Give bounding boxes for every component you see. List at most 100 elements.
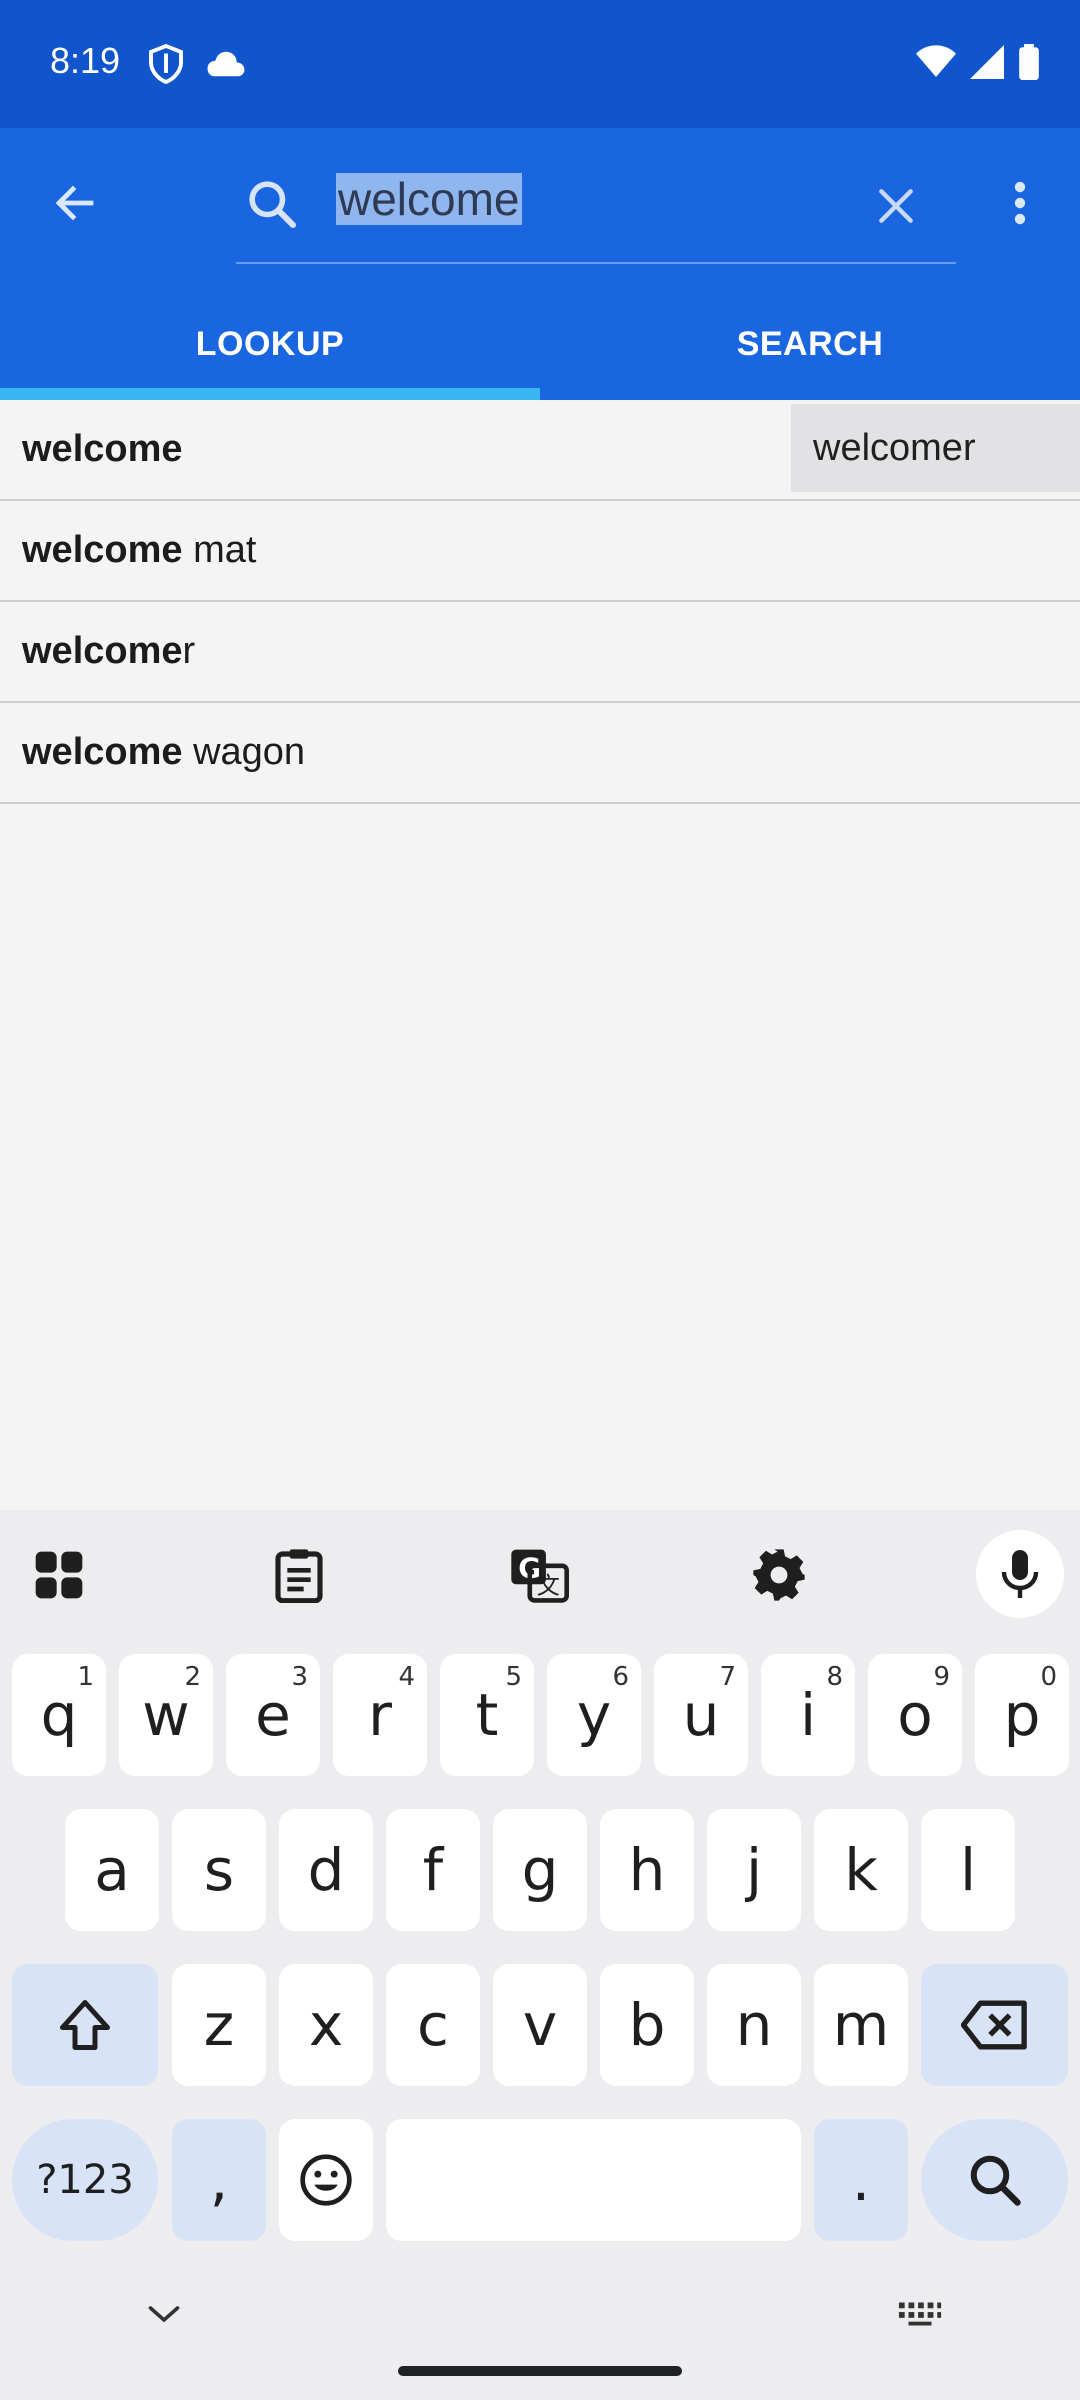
key-hint: 7: [719, 1662, 736, 1692]
microphone-icon: [1001, 1550, 1039, 1598]
symbols-key[interactable]: ?123: [12, 2119, 158, 2241]
key-q[interactable]: q1: [12, 1654, 106, 1776]
period-key[interactable]: .: [814, 2119, 908, 2241]
more-vert-icon: [1014, 181, 1026, 225]
apps-grid-button[interactable]: [24, 1540, 94, 1610]
space-key[interactable]: [386, 2119, 801, 2241]
clipboard-button[interactable]: [264, 1540, 334, 1610]
key-hint: 0: [1040, 1662, 1057, 1692]
key-hint: 8: [826, 1662, 843, 1692]
search-box: welcome: [236, 154, 956, 264]
key-hint: 5: [505, 1662, 522, 1692]
key-s[interactable]: s: [172, 1809, 266, 1931]
keyboard-switcher-button[interactable]: [892, 2294, 948, 2334]
key-z[interactable]: z: [172, 1964, 266, 2086]
shift-key[interactable]: [12, 1964, 158, 2086]
key-y[interactable]: y6: [547, 1654, 641, 1776]
key-g[interactable]: g: [493, 1809, 587, 1931]
key-n[interactable]: n: [707, 1964, 801, 2086]
translate-button[interactable]: G文: [504, 1540, 574, 1610]
emoji-icon: [300, 2154, 352, 2206]
signal-icon: [970, 45, 1004, 84]
key-v[interactable]: v: [493, 1964, 587, 2086]
key-i[interactable]: i8: [761, 1654, 855, 1776]
key-f[interactable]: f: [386, 1809, 480, 1931]
key-hint: 2: [184, 1662, 201, 1692]
key-j[interactable]: j: [707, 1809, 801, 1931]
status-bar: 8:19: [0, 0, 1080, 128]
key-t[interactable]: t5: [440, 1654, 534, 1776]
key-a[interactable]: a: [65, 1809, 159, 1931]
tab-search-label: SEARCH: [736, 324, 884, 363]
result-rest-text: mat: [182, 529, 257, 571]
tab-lookup-label: LOOKUP: [195, 324, 345, 363]
list-item[interactable]: welcome r: [0, 602, 1080, 703]
shift-icon: [60, 2000, 110, 2050]
key-x[interactable]: x: [279, 1964, 373, 2086]
arrow-left-icon: [55, 185, 94, 221]
chevron-down-icon: [148, 2306, 180, 2323]
key-k[interactable]: k: [814, 1809, 908, 1931]
tab-bar: LOOKUP SEARCH: [0, 288, 1080, 400]
result-match-text: welcome: [22, 630, 183, 672]
keyboard-toolbar: G文: [0, 1510, 1080, 1638]
key-l[interactable]: l: [921, 1809, 1015, 1931]
more-options-button[interactable]: [990, 168, 1050, 238]
search-input[interactable]: welcome: [336, 172, 522, 236]
key-r[interactable]: r4: [333, 1654, 427, 1776]
key-hint: 1: [77, 1662, 94, 1692]
key-hint: 3: [291, 1662, 308, 1692]
key-o[interactable]: o9: [868, 1654, 962, 1776]
result-match-text: welcome: [22, 428, 183, 470]
result-match-text: welcome: [22, 731, 183, 773]
key-c[interactable]: c: [386, 1964, 480, 2086]
home-handle[interactable]: [398, 2366, 682, 2376]
autocomplete-suggestion[interactable]: welcomer: [791, 404, 1080, 492]
key-hint: 6: [612, 1662, 629, 1692]
key-w[interactable]: w2: [119, 1654, 213, 1776]
list-item[interactable]: welcome wagon: [0, 703, 1080, 804]
shield-icon: [148, 43, 184, 89]
clipboard-icon: [275, 1549, 323, 1603]
tab-lookup[interactable]: LOOKUP: [0, 288, 540, 400]
cloud-icon: [206, 49, 246, 84]
wifi-icon: [916, 45, 956, 84]
navigation-bar: [0, 2270, 1080, 2400]
search-icon: [244, 176, 300, 237]
close-icon: [879, 189, 913, 223]
gear-icon: [753, 1549, 805, 1601]
key-p[interactable]: p0: [975, 1654, 1069, 1776]
autocomplete-text: welcomer: [813, 426, 976, 469]
key-e[interactable]: e3: [226, 1654, 320, 1776]
svg-text:文: 文: [537, 1573, 560, 1599]
comma-key[interactable]: ,: [172, 2119, 266, 2241]
key-m[interactable]: m: [814, 1964, 908, 2086]
keyboard: G文 q1 w2 e3 r4 t5 y6 u7 i8 o9 p0 a s d f…: [0, 1510, 1080, 2400]
key-d[interactable]: d: [279, 1809, 373, 1931]
status-time: 8:19: [50, 40, 121, 81]
back-button[interactable]: [40, 168, 110, 238]
tab-search[interactable]: SEARCH: [540, 288, 1080, 400]
list-item[interactable]: welcome mat: [0, 501, 1080, 602]
search-key[interactable]: [921, 2119, 1068, 2241]
key-hint: 9: [933, 1662, 950, 1692]
settings-button[interactable]: [744, 1540, 814, 1610]
backspace-key[interactable]: [921, 1964, 1068, 2086]
keyboard-icon: [898, 2302, 942, 2326]
clear-search-button[interactable]: [864, 174, 928, 238]
hide-keyboard-button[interactable]: [140, 2290, 188, 2338]
key-b[interactable]: b: [600, 1964, 694, 2086]
app-bar: welcome LOOKUP SEARCH: [0, 128, 1080, 400]
voice-input-button[interactable]: [976, 1530, 1064, 1618]
key-hint: 4: [398, 1662, 415, 1692]
translate-icon: G文: [511, 1549, 569, 1603]
result-rest-text: r: [182, 630, 196, 672]
search-input-text: welcome: [336, 173, 522, 225]
emoji-key[interactable]: [279, 2119, 373, 2241]
backspace-icon: [960, 2000, 1027, 2050]
battery-icon: [1018, 44, 1040, 85]
apps-grid-icon: [35, 1551, 83, 1599]
key-u[interactable]: u7: [654, 1654, 748, 1776]
result-rest-text: wagon: [182, 731, 306, 773]
key-h[interactable]: h: [600, 1809, 694, 1931]
